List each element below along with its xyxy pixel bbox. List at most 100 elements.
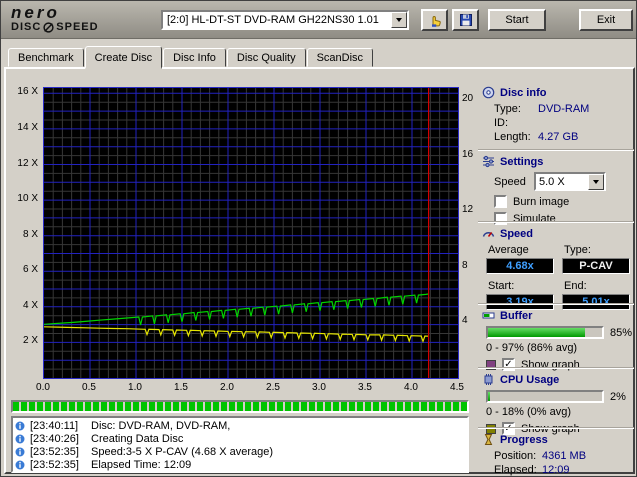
hand-icon [431, 15, 441, 27]
log-text: Speed:3-5 X P-CAV (4.68 X average) [91, 445, 274, 458]
speed-title: Speed [500, 227, 534, 240]
speed-select-arrow[interactable] [588, 173, 604, 190]
log-time: [23:40:11] [30, 419, 79, 432]
speed-setting-row: Speed 5.0 X [494, 172, 632, 191]
disc-type-value: DVD-RAM [538, 103, 590, 115]
cpu-title: CPU Usage [500, 373, 560, 386]
axis-tick: 3.0 [312, 382, 326, 393]
cpu-header: CPU Usage [482, 373, 632, 386]
buffer-section: Buffer 85% 0 - 97% (86% avg) ✓ Show grap… [478, 303, 634, 371]
disc-type-row: Type: DVD-RAM [494, 103, 632, 115]
disc-id-label: ID: [494, 117, 509, 129]
position-value: 4361 MB [542, 450, 587, 462]
settings-icon [483, 155, 494, 168]
burn-image-checkbox[interactable] [494, 195, 507, 208]
disc-info-header: Disc info [482, 86, 632, 99]
hand-button[interactable] [421, 9, 448, 31]
axis-tick: 14 X [17, 121, 38, 133]
write-speed-green-line [44, 293, 429, 326]
average-speed-value: 4.68x [486, 258, 554, 274]
axis-tick: 0.5 [82, 382, 96, 393]
chevron-down-icon [396, 18, 402, 22]
disc-length-row: Length: 4.27 GB [494, 131, 632, 143]
disc-length-label: Length: [494, 131, 531, 143]
speed-gauge-icon [482, 231, 495, 237]
cpu-percent: 2% [610, 390, 626, 403]
speed-header: Speed [482, 227, 632, 240]
log-info-icon [15, 434, 25, 443]
axis-tick: 12 [462, 204, 474, 216]
log-list[interactable]: [23:40:11] Disc: DVD-RAM, DVD-RAM, [23:40:… [11, 416, 469, 473]
drive-select[interactable]: [2:0] HL-DT-ST DVD-RAM GH22NS30 1.01 [161, 10, 409, 30]
end-label: End: [564, 280, 587, 292]
logo-disc-word: DISC [11, 21, 42, 33]
log-info-icon [15, 447, 25, 456]
tab-create-disc[interactable]: Create Disc [84, 46, 163, 69]
save-button[interactable] [452, 9, 479, 31]
log-row[interactable]: [23:52:35] Speed:3-5 X P-CAV (4.68 X aver… [15, 445, 465, 458]
log-time: [23:52:35] [30, 458, 79, 471]
axis-tick: 0.0 [36, 382, 50, 393]
settings-header: Settings [482, 155, 632, 168]
axis-tick: 16 [462, 148, 474, 160]
speed-select-value: 5.0 X [539, 175, 565, 188]
settings-title: Settings [500, 155, 544, 168]
speed-setting-label: Speed [494, 175, 526, 188]
tab-scandisc[interactable]: ScanDisc [306, 48, 374, 67]
cpu-range: 0 - 18% (0% avg) [486, 406, 571, 418]
progress-title: Progress [500, 433, 548, 446]
axis-tick: 16 X [17, 86, 38, 98]
exit-button[interactable]: Exit [579, 9, 633, 31]
nero-logo: nero DISC SPEED [11, 3, 99, 34]
log-text: Disc: DVD-RAM, DVD-RAM, [91, 419, 231, 432]
axis-tick: 2 X [22, 335, 38, 347]
tab-disc-quality[interactable]: Disc Quality [226, 48, 306, 67]
axis-tick: 3.5 [358, 382, 372, 393]
logo-text: nero [11, 3, 60, 22]
elapsed-label: Elapsed: [494, 464, 537, 476]
cpu-bar [486, 390, 604, 403]
log-row[interactable]: [23:52:35] Elapsed Time: 12:09 [15, 458, 465, 471]
progress-header: Progress [482, 433, 632, 446]
x-axis: 0.0 0.5 1.0 1.5 2.0 2.5 3.0 3.5 4.0 4.5 [36, 382, 464, 394]
axis-tick: 20 [462, 93, 474, 105]
buffer-header: Buffer [482, 309, 632, 322]
write-progress-bar [11, 400, 469, 413]
tab-disc-info[interactable]: Disc Info [163, 48, 226, 67]
axis-tick: 8 X [22, 228, 38, 240]
tab-benchmark[interactable]: Benchmark [8, 48, 84, 67]
buffer-title: Buffer [500, 309, 533, 322]
disc-type-label: Type: [494, 103, 521, 115]
cpu-section: CPU Usage 2% 0 - 18% (0% avg) ✓ Show gra… [478, 367, 634, 435]
chart-area [43, 87, 459, 379]
speed-select[interactable]: 5.0 X [534, 172, 606, 191]
start-button[interactable]: Start [488, 9, 546, 31]
save-icon [459, 14, 472, 26]
y-axis-left: 16 X 14 X 12 X 10 X 8 X 6 X 4 X 2 X [3, 86, 41, 379]
axis-tick: 8 [462, 259, 468, 271]
disc-length-value: 4.27 GB [538, 131, 579, 143]
header-bar: nero DISC SPEED [2:0] HL-DT-ST DVD-RAM G… [1, 1, 636, 39]
disc-info-icon [482, 86, 495, 99]
log-row[interactable]: [23:40:26] Creating Data Disc [15, 432, 465, 445]
buffer-percent: 85% [610, 326, 633, 339]
burn-image-option[interactable]: Burn image [494, 195, 632, 208]
write-progress-fill [13, 402, 467, 411]
disc-id-row: ID: [494, 117, 632, 129]
elapsed-row: Elapsed: 12:09 [494, 464, 632, 476]
disc-info-title: Disc info [500, 86, 547, 99]
axis-tick: 12 X [17, 157, 38, 169]
axis-tick: 1.0 [128, 382, 142, 393]
log-info-icon [15, 460, 25, 469]
chart-plot [44, 88, 458, 378]
settings-section: Settings Speed 5.0 X Burn image Simulate [478, 149, 634, 229]
buffer-bar-fill [488, 328, 585, 337]
speed-type-value: P-CAV [562, 258, 630, 274]
speed-values-grid: Average Type: 4.68x P-CAV Start: End: 3.… [486, 244, 632, 310]
side-panel: Disc info Type: DVD-RAM ID: Length: 4.27… [478, 81, 634, 476]
log-text: Elapsed Time: 12:09 [91, 458, 192, 471]
axis-tick: 10 X [17, 193, 38, 205]
log-time: [23:40:26] [30, 432, 79, 445]
log-row[interactable]: [23:40:11] Disc: DVD-RAM, DVD-RAM, [15, 419, 465, 432]
drive-select-arrow[interactable] [391, 12, 407, 28]
